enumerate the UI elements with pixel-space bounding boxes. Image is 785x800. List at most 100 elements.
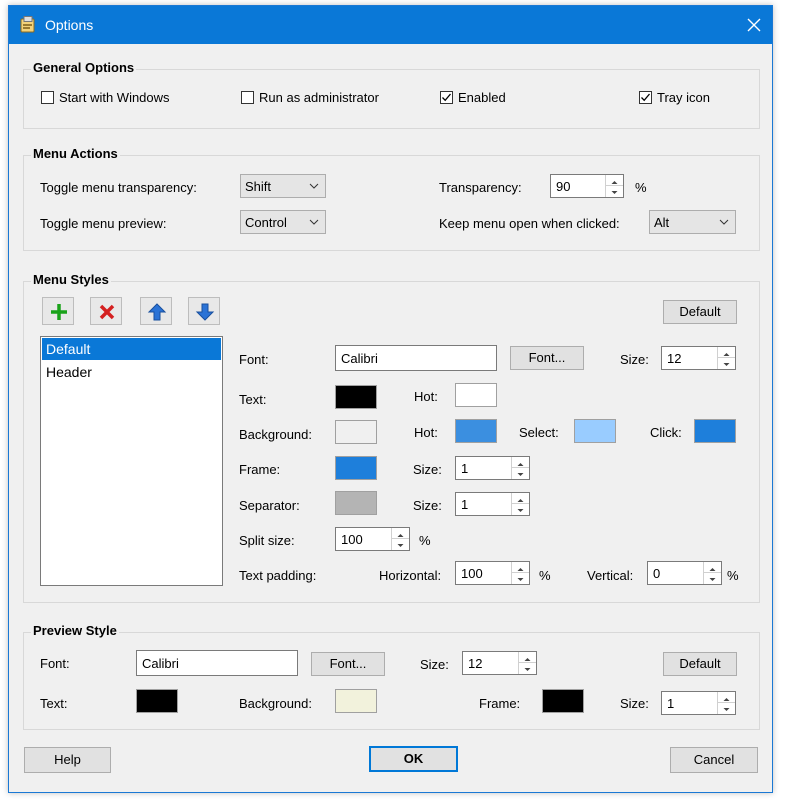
plus-icon xyxy=(51,304,67,320)
preview-size-label: Size: xyxy=(420,657,449,672)
run-as-admin-checkbox[interactable] xyxy=(241,91,254,104)
preview-frame-label: Frame: xyxy=(479,696,521,711)
preview-text-label: Text: xyxy=(40,696,68,711)
spin-up-button[interactable] xyxy=(512,457,529,468)
background-label: Background: xyxy=(239,427,312,442)
toggle-transparency-select[interactable]: Shift xyxy=(240,174,326,198)
horizontal-padding-spinner[interactable]: 100 xyxy=(455,561,530,585)
preview-font-field[interactable]: Calibri xyxy=(136,650,298,676)
spin-up-button[interactable] xyxy=(718,692,735,703)
menu-styles-default-button[interactable]: Default xyxy=(663,300,737,324)
menu-actions-title: Menu Actions xyxy=(31,146,120,161)
keep-open-label: Keep menu open when clicked: xyxy=(439,216,620,231)
spin-down-button[interactable] xyxy=(606,186,623,197)
background-hot-color-swatch[interactable] xyxy=(455,419,497,443)
spin-down-button[interactable] xyxy=(512,573,529,584)
tray-icon-checkbox[interactable] xyxy=(639,91,652,104)
spin-down-button[interactable] xyxy=(519,663,536,674)
preview-size-spinner[interactable]: 12 xyxy=(462,651,537,675)
add-style-button[interactable] xyxy=(42,297,74,325)
background-color-swatch[interactable] xyxy=(335,420,377,444)
menu-actions-group xyxy=(23,155,760,251)
menu-styles-title: Menu Styles xyxy=(31,272,111,287)
spin-down-button[interactable] xyxy=(718,703,735,714)
separator-label: Separator: xyxy=(239,498,300,513)
move-down-button[interactable] xyxy=(188,297,220,325)
window-title: Options xyxy=(45,17,94,33)
move-up-button[interactable] xyxy=(140,297,172,325)
click-color-swatch[interactable] xyxy=(694,419,736,443)
preview-font-label: Font: xyxy=(40,656,70,671)
keep-open-select[interactable]: Alt xyxy=(649,210,736,234)
list-item[interactable]: Header xyxy=(42,361,221,383)
cancel-button[interactable]: Cancel xyxy=(670,747,758,773)
preview-font-button[interactable]: Font... xyxy=(311,652,385,676)
toggle-preview-select[interactable]: Control xyxy=(240,210,326,234)
spin-down-button[interactable] xyxy=(704,573,721,584)
spin-down-button[interactable] xyxy=(512,504,529,515)
vertical-unit: % xyxy=(727,568,739,583)
spin-up-button[interactable] xyxy=(392,528,409,539)
spin-down-button[interactable] xyxy=(718,358,735,369)
delete-style-button[interactable] xyxy=(90,297,122,325)
preview-default-button[interactable]: Default xyxy=(663,652,737,676)
preview-style-title: Preview Style xyxy=(31,623,119,638)
preview-frame-size-label: Size: xyxy=(620,696,649,711)
font-button[interactable]: Font... xyxy=(510,346,584,370)
options-window: Options General Options Start with Windo… xyxy=(8,5,773,793)
spin-up-button[interactable] xyxy=(606,175,623,186)
arrow-down-icon xyxy=(517,509,524,512)
tray-icon-label: Tray icon xyxy=(657,90,710,105)
preview-frame-size-spinner[interactable]: 1 xyxy=(661,691,736,715)
spin-down-button[interactable] xyxy=(392,539,409,550)
arrow-down-icon xyxy=(709,578,716,581)
checkmark-icon xyxy=(442,93,451,102)
frame-color-swatch[interactable] xyxy=(335,456,377,480)
arrow-down-icon xyxy=(397,544,404,547)
frame-size-label: Size: xyxy=(413,462,442,477)
enabled-label: Enabled xyxy=(458,90,506,105)
arrow-down-icon xyxy=(524,668,531,671)
vertical-padding-spinner[interactable]: 0 xyxy=(647,561,722,585)
select-color-swatch[interactable] xyxy=(574,419,616,443)
enabled-checkbox[interactable] xyxy=(440,91,453,104)
preview-text-color-swatch[interactable] xyxy=(136,689,178,713)
spin-up-button[interactable] xyxy=(512,562,529,573)
general-options-title: General Options xyxy=(31,60,137,75)
arrow-down-icon xyxy=(611,191,618,194)
toggle-preview-label: Toggle menu preview: xyxy=(40,216,167,231)
text-hot-color-swatch[interactable] xyxy=(455,383,497,407)
vertical-label: Vertical: xyxy=(587,568,634,583)
spin-up-button[interactable] xyxy=(718,347,735,358)
list-item[interactable]: Default xyxy=(42,338,221,360)
chevron-down-icon xyxy=(309,219,319,225)
arrow-up-icon xyxy=(147,303,167,321)
separator-size-spinner[interactable]: 1 xyxy=(455,492,530,516)
close-button[interactable] xyxy=(741,12,767,38)
split-size-spinner[interactable]: 100 xyxy=(335,527,410,551)
frame-label: Frame: xyxy=(239,462,281,477)
frame-size-spinner[interactable]: 1 xyxy=(455,456,530,480)
text-color-swatch[interactable] xyxy=(335,385,377,409)
ok-button[interactable]: OK xyxy=(369,746,458,772)
arrow-down-icon xyxy=(517,578,524,581)
spin-up-button[interactable] xyxy=(512,493,529,504)
spin-down-button[interactable] xyxy=(512,468,529,479)
start-with-windows-checkbox[interactable] xyxy=(41,91,54,104)
separator-size-label: Size: xyxy=(413,498,442,513)
arrow-down-icon xyxy=(517,473,524,476)
background-hot-label: Hot: xyxy=(414,425,438,440)
font-label: Font: xyxy=(239,352,269,367)
help-button[interactable]: Help xyxy=(24,747,111,773)
font-size-spinner[interactable]: 12 xyxy=(661,346,736,370)
app-icon xyxy=(20,16,37,33)
preview-frame-color-swatch[interactable] xyxy=(542,689,584,713)
spin-up-button[interactable] xyxy=(519,652,536,663)
font-field[interactable]: Calibri xyxy=(335,345,497,371)
transparency-spinner[interactable]: 90 xyxy=(550,174,624,198)
styles-listbox[interactable]: Default Header xyxy=(40,336,223,586)
spin-up-button[interactable] xyxy=(704,562,721,573)
preview-background-color-swatch[interactable] xyxy=(335,689,377,713)
separator-color-swatch[interactable] xyxy=(335,491,377,515)
select-label: Select: xyxy=(519,425,559,440)
